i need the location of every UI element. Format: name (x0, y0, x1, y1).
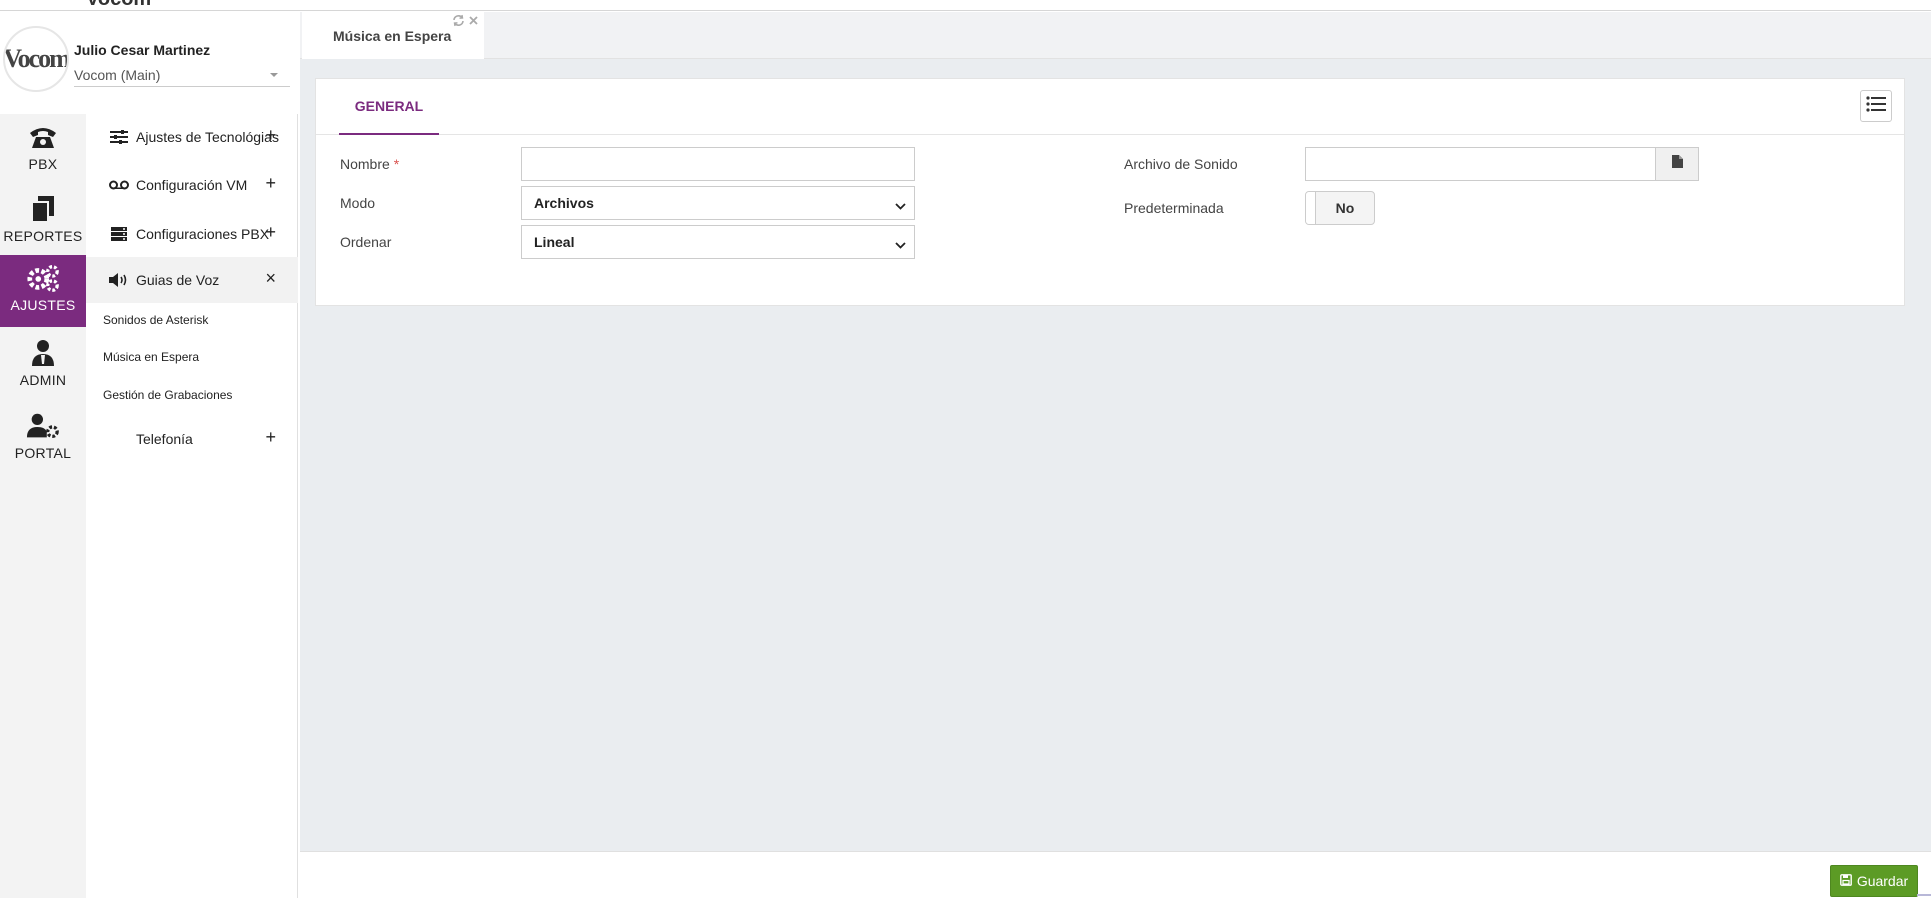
expand-icon[interactable]: + (265, 174, 276, 192)
predeterminada-toggle[interactable]: No (1305, 191, 1375, 225)
submenu-leaf-sonidos-asterisk[interactable]: Sonidos de Asterisk (103, 313, 208, 327)
caret-down-icon (270, 73, 278, 77)
predeterminada-label: Predeterminada (1124, 200, 1224, 216)
volume-icon (108, 273, 130, 287)
rail-label: AJUSTES (10, 297, 76, 313)
toggle-knob (1306, 192, 1316, 224)
rail-label: PBX (28, 156, 58, 172)
submenu-item-ajustes-tecnologias[interactable]: Ajustes de Tecnológias + (86, 114, 298, 160)
rail-item-portal[interactable]: PORTAL (0, 403, 86, 475)
card-tabs: GENERAL (316, 79, 1904, 135)
rail-label: PORTAL (14, 445, 72, 461)
tab-general[interactable]: GENERAL (339, 79, 439, 135)
nombre-label-text: Nombre (340, 156, 390, 172)
ordenar-select-value: Lineal (534, 234, 575, 250)
user-profile: Vocom Julio Cesar Martinez Vocom (Main) (0, 12, 298, 114)
save-button-label: Guardar (1856, 873, 1909, 889)
profile-name: Julio Cesar Martinez (74, 42, 211, 58)
expand-icon[interactable]: + (265, 126, 276, 144)
required-mark: * (393, 156, 400, 172)
tab-strip: Música en Espera (300, 12, 1931, 59)
avatar: Vocom (3, 26, 69, 92)
rail-label: ADMIN (19, 372, 67, 388)
refresh-icon[interactable] (452, 14, 465, 30)
expand-icon[interactable]: + (265, 223, 276, 241)
archivo-sonido-label: Archivo de Sonido (1124, 156, 1238, 172)
org-selector[interactable]: Vocom (Main) (74, 67, 290, 87)
archivo-sonido-input[interactable] (1305, 147, 1656, 181)
list-view-button[interactable] (1860, 90, 1892, 122)
toggle-value: No (1335, 200, 1355, 216)
rail-item-admin[interactable]: ADMIN (0, 330, 86, 402)
floppy-disk-icon (1839, 873, 1852, 889)
submenu-item-telefonia[interactable]: Telefonía + (86, 416, 298, 462)
expand-icon[interactable]: + (265, 428, 276, 446)
submenu-item-label: Configuración VM (136, 177, 248, 193)
submenu-item-label: Telefonía (136, 431, 193, 447)
collapse-icon[interactable]: × (265, 269, 276, 287)
list-icon (1866, 95, 1886, 117)
nombre-label: Nombre * (340, 156, 399, 172)
nombre-input[interactable] (521, 147, 915, 181)
footer-bar: Guardar (300, 851, 1931, 898)
save-button[interactable]: Guardar (1830, 865, 1918, 897)
rail-item-pbx[interactable]: PBX (0, 114, 86, 186)
chevron-down-icon (895, 237, 906, 253)
modo-select[interactable]: Archivos (521, 186, 915, 220)
submenu-leaf-musica-en-espera[interactable]: Música en Espera (103, 350, 199, 364)
sliders-icon (108, 130, 130, 144)
app-brand: Vocom (86, 0, 151, 10)
scroll-indicator (1917, 894, 1931, 896)
modo-label: Modo (340, 195, 376, 211)
rail-label: REPORTES (3, 228, 83, 244)
ordenar-label: Ordenar (340, 234, 392, 250)
user-gear-icon (26, 411, 60, 441)
submenu-item-label: Configuraciones PBX (136, 226, 270, 242)
submenu-item-guias-de-voz[interactable]: Guias de Voz × (86, 257, 298, 303)
submenu-item-label: Guias de Voz (136, 272, 220, 288)
settings-submenu: Ajustes de Tecnológias + Configuración V… (86, 114, 298, 898)
modo-select-value: Archivos (534, 195, 594, 211)
gears-icon (26, 263, 60, 293)
org-selector-value: Vocom (Main) (74, 67, 161, 83)
rail-item-reportes[interactable]: REPORTES (0, 186, 86, 258)
ordenar-select[interactable]: Lineal (521, 225, 915, 259)
server-icon (108, 227, 130, 241)
phone-icon (26, 122, 60, 152)
tab-label: Música en Espera (333, 27, 452, 44)
main-area: Música en Espera GENERAL Nombre * Modo A… (300, 12, 1931, 898)
submenu-item-configuracion-vm[interactable]: Configuración VM + (86, 162, 298, 208)
form-card: GENERAL Nombre * Modo Archivos Ordenar L… (315, 78, 1905, 306)
documents-icon (26, 194, 60, 224)
file-browse-button[interactable] (1655, 147, 1699, 181)
chevron-down-icon (895, 198, 906, 214)
top-bar: Vocom (0, 0, 1931, 11)
submenu-leaf-gestion-grabaciones[interactable]: Gestión de Grabaciones (103, 388, 232, 402)
avatar-logo: Vocom (3, 44, 69, 73)
close-icon[interactable] (468, 14, 479, 30)
icon-rail: PBX REPORTES AJUSTES ADMIN PORTAL (0, 12, 86, 898)
rail-item-ajustes[interactable]: AJUSTES (0, 255, 86, 327)
admin-user-icon (26, 338, 60, 368)
tab-controls (452, 14, 479, 30)
voicemail-icon (108, 180, 130, 190)
submenu-item-configuraciones-pbx[interactable]: Configuraciones PBX + (86, 211, 298, 257)
submenu-item-label: Ajustes de Tecnológias (136, 129, 279, 145)
tab-musica-en-espera[interactable]: Música en Espera (302, 12, 484, 59)
file-icon (1671, 155, 1683, 173)
